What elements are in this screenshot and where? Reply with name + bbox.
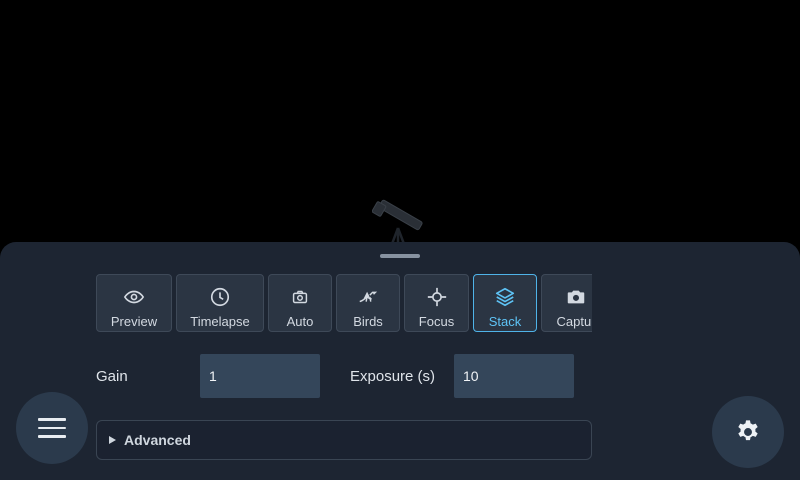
hamburger-icon (38, 412, 66, 444)
layers-icon (494, 286, 516, 308)
sheet-drag-handle[interactable] (380, 254, 420, 258)
settings-button[interactable] (712, 396, 784, 468)
eye-icon (123, 286, 145, 308)
telescope-icon (372, 199, 423, 245)
tab-preview[interactable]: Preview (96, 274, 172, 332)
tab-timelapse[interactable]: Timelapse (176, 274, 264, 332)
camera-small-icon (289, 286, 311, 308)
clock-icon (209, 286, 231, 308)
advanced-toggle[interactable]: Advanced (96, 420, 592, 460)
tab-birds[interactable]: Birds (336, 274, 400, 332)
exposure-input[interactable] (454, 354, 574, 398)
exposure-label: Exposure (s) (350, 368, 436, 385)
bird-icon (357, 286, 379, 308)
mode-tabs: Preview Timelapse Auto Birds Focus Stack (96, 274, 592, 334)
gain-input[interactable] (200, 354, 320, 398)
advanced-label: Advanced (124, 432, 191, 448)
crosshair-icon (426, 286, 448, 308)
disclosure-triangle-icon (109, 436, 116, 444)
camera-icon (565, 286, 587, 308)
gain-label: Gain (96, 368, 128, 385)
tab-capture[interactable]: Captur (541, 274, 592, 332)
tab-stack[interactable]: Stack (473, 274, 537, 332)
gear-icon (738, 420, 758, 441)
tab-auto[interactable]: Auto (268, 274, 332, 332)
tab-focus[interactable]: Focus (404, 274, 469, 332)
menu-button[interactable] (16, 392, 88, 464)
